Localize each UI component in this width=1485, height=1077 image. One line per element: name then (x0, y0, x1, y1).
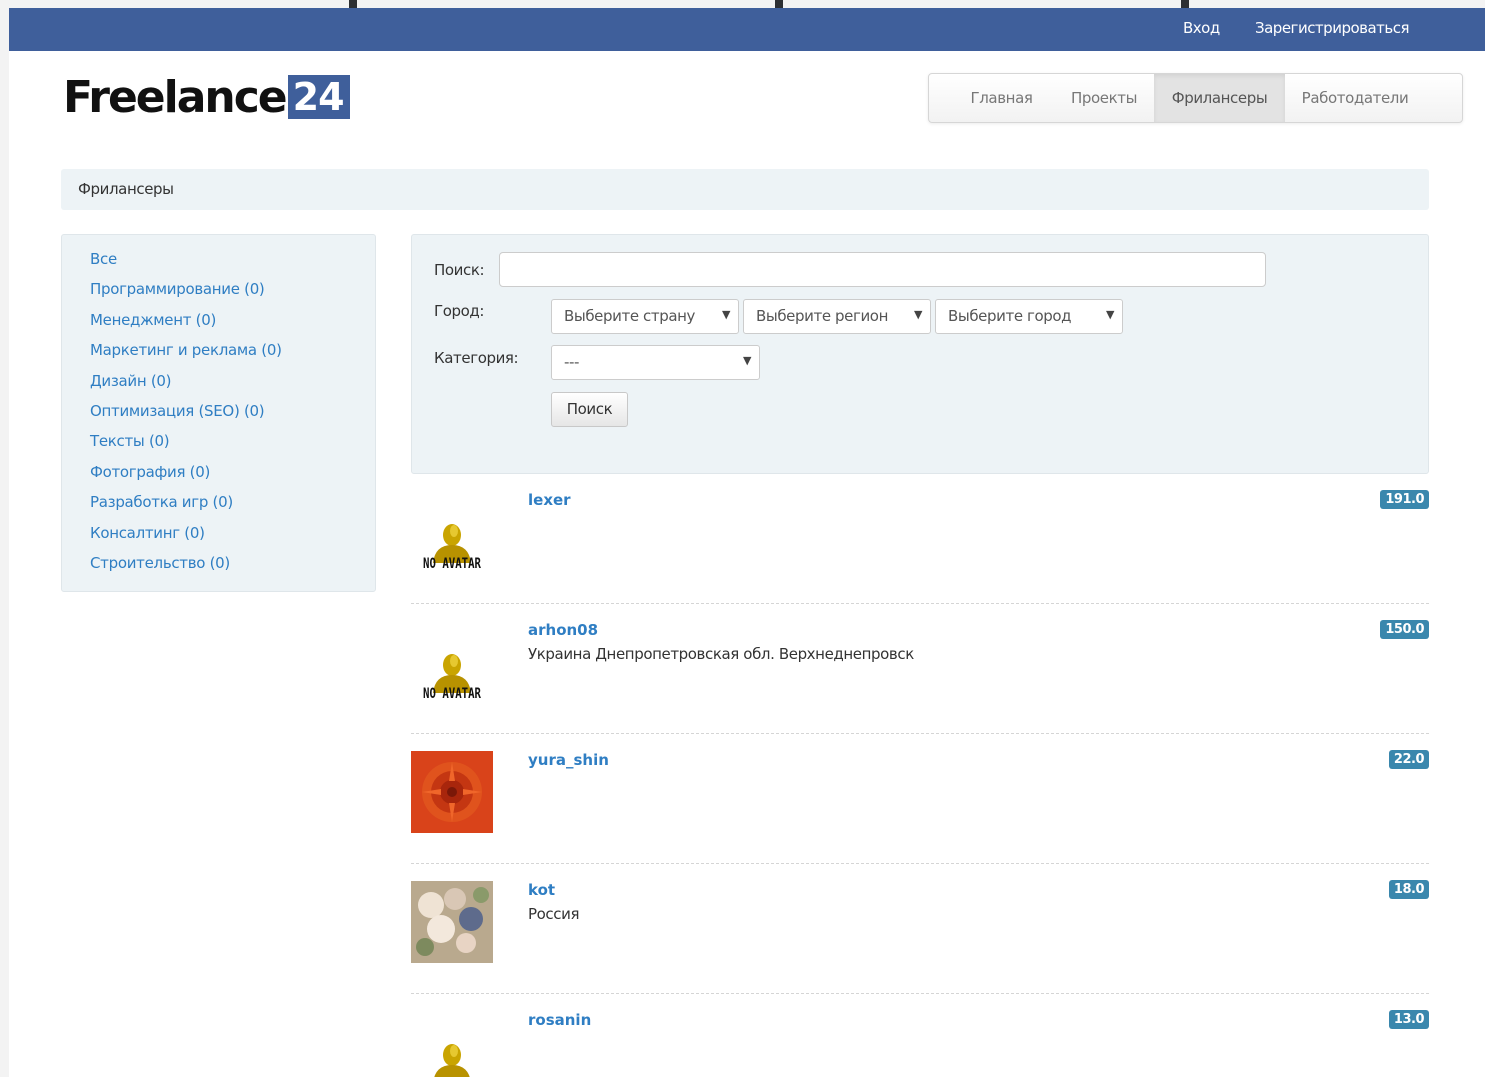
search-button[interactable]: Поиск (551, 392, 628, 427)
freelancer-name[interactable]: kot (528, 881, 555, 899)
strip-divider (775, 0, 783, 8)
dropdown-arrow-icon: ▼ (742, 354, 751, 367)
search-input[interactable] (499, 252, 1266, 287)
breadcrumb: Фрилансеры (61, 169, 1429, 210)
freelancer-location: Россия (528, 905, 580, 923)
freelancer-name[interactable]: lexer (528, 491, 571, 509)
rating-badge: 22.0 (1388, 750, 1429, 769)
sidebar-item-consulting[interactable]: Консалтинг (0) (90, 524, 375, 554)
sidebar-item-seo[interactable]: Оптимизация (SEO) (0) (90, 402, 375, 432)
sidebar-item-management[interactable]: Менеджмент (0) (90, 311, 375, 341)
register-link[interactable]: Зарегистрироваться (1255, 19, 1410, 37)
bouquet-photo-avatar[interactable] (411, 881, 493, 963)
dropdown-arrow-icon: ▼ (913, 308, 922, 321)
freelancer-row: NO AVATAR rosanin 13.0 (411, 994, 1429, 1077)
region-select[interactable]: Выберите регион ▼ (743, 299, 931, 334)
city-select[interactable]: Выберите город ▼ (935, 299, 1123, 334)
dropdown-arrow-icon: ▼ (721, 308, 730, 321)
sidebar-item-construction[interactable]: Строительство (0) (90, 554, 375, 584)
sidebar-item-all[interactable]: Все (90, 250, 375, 280)
tab-projects[interactable]: Проекты (1054, 74, 1154, 122)
top-navbar: Вход Зарегистрироваться (9, 8, 1485, 51)
sidebar-item-marketing[interactable]: Маркетинг и реклама (0) (90, 341, 375, 371)
logo-number: 24 (287, 75, 350, 119)
category-select-value: --- (564, 353, 580, 371)
dropdown-arrow-icon: ▼ (1105, 308, 1114, 321)
sidebar-item-programming[interactable]: Программирование (0) (90, 280, 375, 310)
sidebar-item-gamedev[interactable]: Разработка игр (0) (90, 493, 375, 523)
site-logo[interactable]: Freelance 24 (63, 71, 350, 123)
sidebar-item-design[interactable]: Дизайн (0) (90, 372, 375, 402)
rating-badge: 18.0 (1388, 880, 1429, 899)
city-select-value: Выберите город (948, 307, 1072, 325)
freelancer-row: yura_shin 22.0 (411, 734, 1429, 864)
no-avatar-icon[interactable]: NO AVATAR (411, 1011, 493, 1077)
category-label: Категория: (434, 349, 519, 367)
strip-divider (349, 0, 357, 8)
main-nav: Главная Проекты Фрилансеры Работодатели (928, 73, 1463, 123)
sidebar-item-texts[interactable]: Тексты (0) (90, 432, 375, 462)
logo-word: Freelance (63, 71, 288, 123)
rating-badge: 150.0 (1380, 620, 1429, 639)
category-sidebar: Все Программирование (0) Менеджмент (0) … (61, 234, 376, 592)
search-label: Поиск: (434, 261, 485, 279)
freelancer-row: NO AVATAR arhon08 Украина Днепропетровск… (411, 604, 1429, 734)
tab-freelancers[interactable]: Фрилансеры (1154, 74, 1285, 122)
rating-badge: 191.0 (1380, 490, 1429, 509)
strip-divider (1181, 0, 1189, 8)
country-select[interactable]: Выберите страну ▼ (551, 299, 739, 334)
freelancer-name[interactable]: yura_shin (528, 751, 609, 769)
sidebar-item-photo[interactable]: Фотография (0) (90, 463, 375, 493)
window-frame (0, 0, 9, 1077)
freelancer-row: kot Россия 18.0 (411, 864, 1429, 994)
browser-top-strip (0, 0, 1485, 8)
rating-badge: 13.0 (1388, 1010, 1429, 1029)
freelancer-name[interactable]: arhon08 (528, 621, 598, 639)
svg-text:NO AVATAR: NO AVATAR (423, 556, 481, 572)
freelancer-location: Украина Днепропетровская обл. Верхнеднеп… (528, 645, 914, 663)
region-select-value: Выберите регион (756, 307, 888, 325)
freelancer-row: NO AVATAR lexer 191.0 (411, 474, 1429, 604)
no-avatar-icon[interactable]: NO AVATAR (411, 621, 493, 703)
breadcrumb-current: Фрилансеры (78, 180, 174, 198)
login-link[interactable]: Вход (1183, 19, 1220, 37)
country-select-value: Выберите страну (564, 307, 695, 325)
no-avatar-icon[interactable]: NO AVATAR (411, 491, 493, 573)
city-label: Город: (434, 302, 485, 320)
freelancer-name[interactable]: rosanin (528, 1011, 591, 1029)
search-panel: Поиск: Город: Выберите страну ▼ Выберите… (411, 234, 1429, 474)
tab-home[interactable]: Главная (929, 74, 1054, 122)
category-select[interactable]: --- ▼ (551, 345, 760, 380)
flower-photo-avatar[interactable] (411, 751, 493, 833)
svg-text:NO AVATAR: NO AVATAR (423, 686, 481, 702)
tab-employers[interactable]: Работодатели (1285, 74, 1425, 122)
